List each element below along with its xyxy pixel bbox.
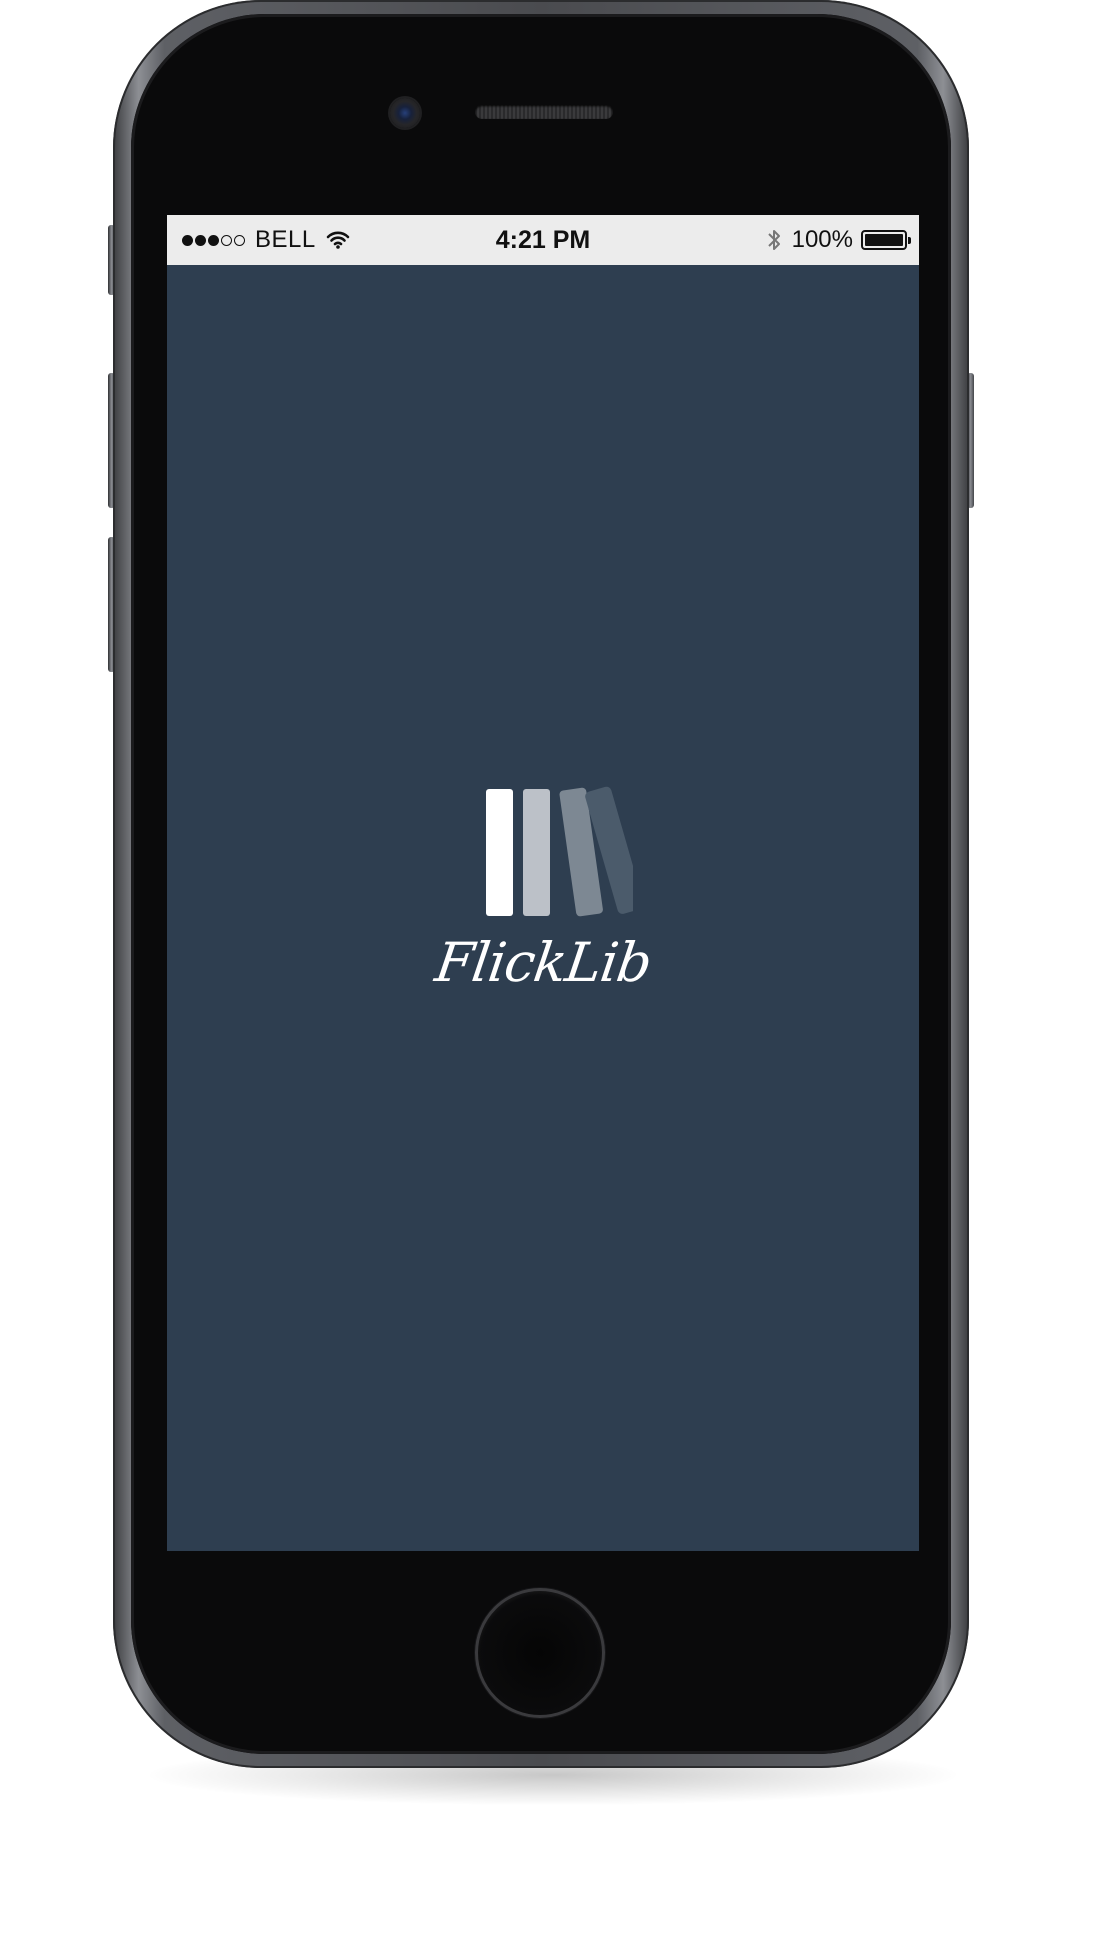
device-mockup: BELL 4:21 PM 100% FlickLib [0, 0, 1106, 1941]
battery-icon [861, 230, 911, 250]
app-screen: BELL 4:21 PM 100% FlickLib [167, 215, 919, 1551]
bluetooth-icon [766, 227, 782, 253]
status-right: 100% [766, 215, 911, 265]
battery-tip [908, 237, 911, 244]
battery-percentage: 100% [791, 226, 853, 253]
books-logo-icon [486, 786, 633, 917]
app-name: FlickLib [431, 931, 655, 994]
home-button[interactable] [475, 1588, 605, 1718]
book-2 [523, 789, 550, 916]
splash-logo: FlickLib [167, 785, 919, 994]
book-1 [486, 789, 513, 916]
battery-level-fill [865, 234, 903, 246]
status-bar: BELL 4:21 PM 100% [167, 215, 919, 265]
camera-icon [390, 98, 420, 128]
speaker-grille [475, 105, 613, 119]
